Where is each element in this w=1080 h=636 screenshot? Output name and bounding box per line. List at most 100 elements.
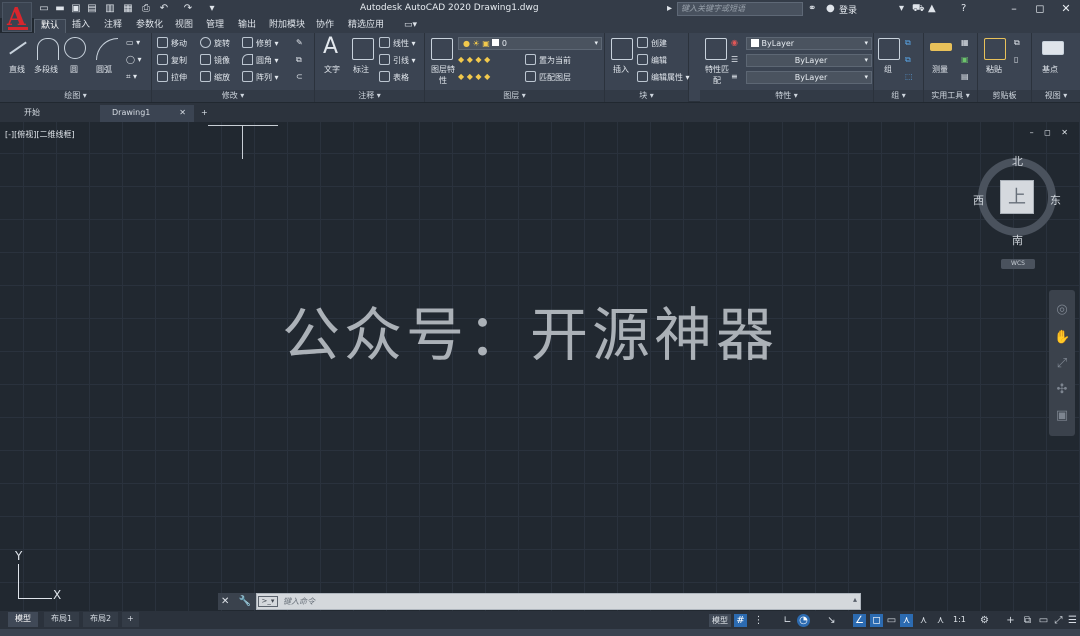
tab-annotate[interactable]: 注释 xyxy=(98,19,128,33)
color-dropdown[interactable]: ByLayer ▾ xyxy=(746,37,872,50)
wcs-menu[interactable]: WCS xyxy=(1001,259,1035,269)
tab-insert[interactable]: 插入 xyxy=(66,19,96,33)
layer-properties-button[interactable]: 图层特性 xyxy=(429,64,457,86)
close-tab-icon[interactable]: ✕ xyxy=(179,105,186,121)
insert-button[interactable]: 插入 xyxy=(613,64,629,76)
polyline-button[interactable]: 多段线 xyxy=(34,64,58,76)
cart-icon[interactable]: ⛟ xyxy=(912,3,925,15)
panel-block-title[interactable]: 块 ▾ xyxy=(605,90,688,102)
compass-east[interactable]: 东 xyxy=(1050,192,1061,208)
autodesk-app-icon[interactable]: ▲ xyxy=(928,3,936,15)
match-properties-button[interactable]: 特性匹配 xyxy=(704,64,730,86)
rotate-button[interactable]: 旋转 xyxy=(200,37,230,50)
open-web-icon[interactable]: ▥ xyxy=(104,3,116,15)
quick-select-icon[interactable]: ▦ xyxy=(961,37,969,49)
layer-tools-row1-icons[interactable]: ◆ ◆ ◆ ◆ xyxy=(458,54,490,66)
viewport-controls[interactable]: – ◻ ✕ xyxy=(1030,128,1072,137)
cut-icon[interactable]: ▯ xyxy=(1014,54,1018,66)
lineweight-toggle-icon[interactable]: ▭ xyxy=(885,614,898,627)
erase-icon[interactable]: ✎ xyxy=(296,37,303,49)
new-tab-icon[interactable]: + xyxy=(196,105,214,122)
leader-button[interactable]: 引线 ▾ xyxy=(379,54,416,67)
compass-west[interactable]: 西 xyxy=(973,192,984,208)
move-button[interactable]: 移动 xyxy=(157,37,187,50)
group-button[interactable]: 组 xyxy=(884,64,892,76)
linetype-dropdown[interactable]: ByLayer ▾ xyxy=(746,71,872,84)
annotation-scale[interactable]: 1:1 xyxy=(953,615,966,624)
tab-home[interactable]: 默认 xyxy=(34,19,67,33)
layer-dropdown[interactable]: ● ☀ ▣ 0 ▾ xyxy=(458,37,602,50)
tab-addins[interactable]: 附加模块 xyxy=(263,19,311,33)
orbit-icon[interactable]: ✣ xyxy=(1054,382,1070,398)
layout-tab-model[interactable]: 模型 xyxy=(8,612,38,627)
layout-tab-layout1[interactable]: 布局1 xyxy=(44,612,80,627)
arc-button[interactable]: 圆弧 xyxy=(96,64,112,76)
search-input[interactable]: 键入关键字或短语 xyxy=(677,2,803,16)
close-button[interactable]: ✕ xyxy=(1054,1,1078,17)
plot-icon[interactable]: ⎙ xyxy=(140,3,152,15)
panel-draw-title[interactable]: 绘图 ▾ xyxy=(0,90,151,102)
lineweight-dropdown[interactable]: ByLayer ▾ xyxy=(746,54,872,67)
base-point-button[interactable]: 基点 xyxy=(1042,64,1058,76)
tab-view[interactable]: 视图 xyxy=(169,19,199,33)
file-tab-drawing1[interactable]: Drawing1 ✕ xyxy=(100,105,194,122)
tab-manage[interactable]: 管理 xyxy=(200,19,230,33)
save-web-icon[interactable]: ▦ xyxy=(122,3,134,15)
binoculars-icon[interactable]: ⚭ xyxy=(808,3,816,15)
save-as-icon[interactable]: ▤ xyxy=(86,3,98,15)
panel-annotation-title[interactable]: 注释 ▾ xyxy=(315,90,424,102)
steering-wheel-icon[interactable]: ◎ xyxy=(1054,302,1070,318)
edit-block-button[interactable]: 编辑 xyxy=(637,54,667,67)
redo-icon[interactable]: ↷ xyxy=(182,3,194,15)
osnap-tracking-icon[interactable]: ↘ xyxy=(825,614,838,627)
panel-properties-title[interactable]: 特性 ▾ xyxy=(700,90,873,102)
panel-modify-title[interactable]: 修改 ▾ xyxy=(152,90,314,102)
save-icon[interactable]: ▣ xyxy=(70,3,82,15)
add-layout-icon[interactable]: + xyxy=(122,612,139,627)
panel-group-title[interactable]: 组 ▾ xyxy=(874,90,923,102)
viewcube-top-face[interactable]: 上 xyxy=(1000,180,1034,214)
annotation-monitor-icon[interactable]: + xyxy=(1004,614,1017,627)
file-tab-start[interactable]: 开始 xyxy=(12,105,96,122)
text-button[interactable]: 文字 xyxy=(324,64,340,76)
rectangle-icon[interactable]: ▭ ▾ xyxy=(126,37,140,49)
circle-button[interactable]: 圆 xyxy=(70,64,78,76)
app-logo[interactable]: A xyxy=(2,2,32,32)
tab-output[interactable]: 输出 xyxy=(232,19,262,33)
line-button[interactable]: 直线 xyxy=(9,64,25,76)
explode-icon[interactable]: ⧉ xyxy=(296,54,302,66)
annotation-scale-auto-icon[interactable]: ⋏ xyxy=(917,614,930,627)
linear-button[interactable]: 线性 ▾ xyxy=(379,37,416,50)
match-layer-button[interactable]: 匹配图层 xyxy=(525,71,571,84)
calculator-icon[interactable]: ▣ xyxy=(961,54,969,66)
panel-layers-title[interactable]: 图层 ▾ xyxy=(425,90,604,102)
copy-button[interactable]: 复制 xyxy=(157,54,187,67)
set-current-button[interactable]: 置为当前 xyxy=(525,54,571,67)
isodraft-icon[interactable]: ∠ xyxy=(853,614,866,627)
customization-menu-icon[interactable]: ☰ xyxy=(1066,614,1079,627)
viewcube[interactable]: 上 北 南 东 西 WCS xyxy=(970,148,1066,269)
model-space-button[interactable]: 模型 xyxy=(709,614,731,627)
array-button[interactable]: 阵列 ▾ xyxy=(242,71,279,84)
ellipse-icon[interactable]: ⌗ ▾ xyxy=(126,71,137,83)
customize-command-icon[interactable]: 🔧 xyxy=(239,596,251,607)
annotation-visibility-icon[interactable]: ⋏ xyxy=(900,614,913,627)
ortho-icon[interactable]: ∟ xyxy=(781,614,794,627)
id-point-icon[interactable]: ▤ xyxy=(961,71,969,83)
workspace-gear-icon[interactable]: ⚙ xyxy=(978,614,991,627)
user-icon[interactable]: ● xyxy=(826,3,835,15)
panel-view-title[interactable]: 视图 ▾ xyxy=(1032,90,1080,102)
zoom-extents-icon[interactable]: ⤢ xyxy=(1054,356,1070,372)
units-icon[interactable]: ⧉ xyxy=(1021,614,1034,627)
quick-properties-icon[interactable]: ▭ xyxy=(1037,614,1050,627)
close-command-icon[interactable]: ✕ xyxy=(221,596,229,607)
compass-south[interactable]: 南 xyxy=(1012,232,1023,248)
group-select-icon[interactable]: ⬚ xyxy=(905,71,913,83)
login-button[interactable]: 登录 xyxy=(839,3,857,16)
minimize-button[interactable]: – xyxy=(1002,1,1026,17)
command-history-icon[interactable]: >_▾ xyxy=(258,596,278,607)
grid-icon[interactable]: # xyxy=(734,614,747,627)
viewport-label[interactable]: [-][俯视][二维线框] xyxy=(5,129,75,140)
new-file-icon[interactable]: ▭ xyxy=(38,3,50,15)
command-expand-icon[interactable]: ▴ xyxy=(853,595,857,604)
